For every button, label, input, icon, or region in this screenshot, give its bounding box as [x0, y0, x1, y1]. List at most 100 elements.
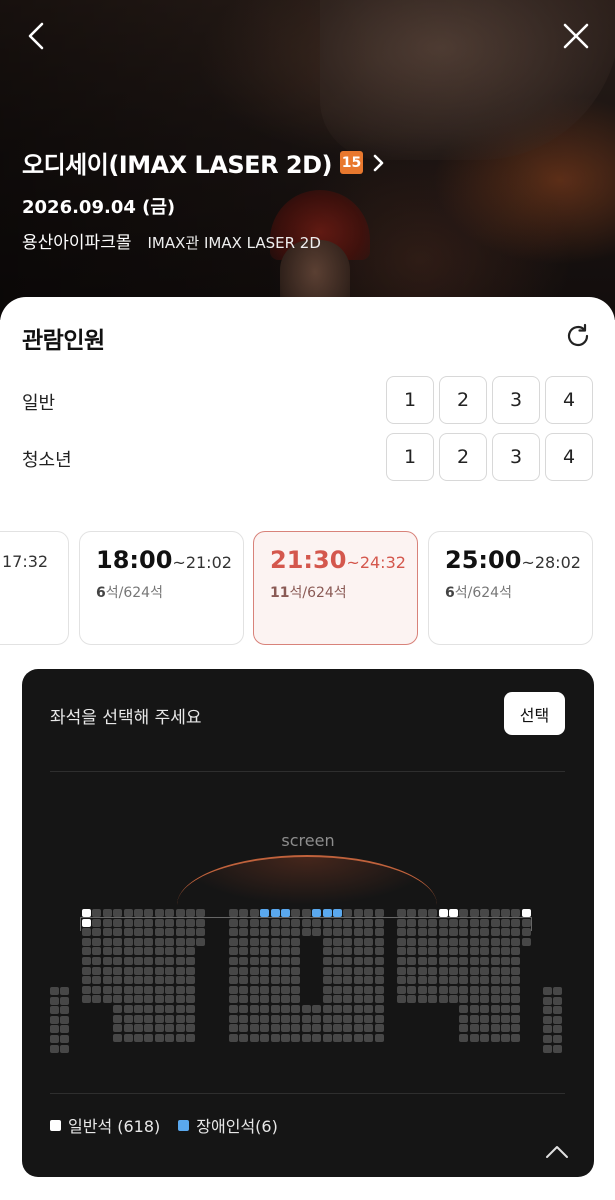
seat[interactable]	[364, 995, 374, 1004]
seat[interactable]	[134, 947, 143, 956]
seat[interactable]	[511, 966, 521, 975]
seat[interactable]	[154, 957, 164, 965]
seat[interactable]	[364, 1033, 374, 1042]
seat[interactable]	[301, 1005, 311, 1013]
seat[interactable]	[490, 957, 500, 965]
showtime-carousel[interactable]: 17:32 18:00 ~21:02 6석/624석 21:30 ~24:32 …	[0, 531, 615, 645]
seat[interactable]	[511, 918, 521, 927]
seat[interactable]	[364, 985, 374, 994]
seat[interactable]	[291, 966, 301, 975]
seat[interactable]	[186, 976, 195, 985]
seat[interactable]	[480, 976, 490, 985]
seat[interactable]	[428, 928, 438, 937]
seat[interactable]	[449, 985, 458, 994]
seat-map[interactable]	[22, 669, 594, 1177]
seat[interactable]	[364, 918, 374, 927]
seat[interactable]	[553, 1044, 563, 1053]
seat[interactable]	[102, 947, 112, 956]
seat[interactable]	[480, 1014, 490, 1023]
seat[interactable]	[123, 909, 133, 917]
seat[interactable]	[154, 928, 164, 937]
seat[interactable]	[270, 1024, 280, 1033]
seat[interactable]	[428, 976, 438, 985]
seat[interactable]	[270, 1033, 280, 1042]
seat[interactable]	[364, 1024, 374, 1033]
seat[interactable]	[123, 976, 133, 985]
seat[interactable]	[281, 985, 290, 994]
seat[interactable]	[291, 957, 301, 965]
seat[interactable]	[239, 995, 249, 1004]
seat[interactable]	[428, 957, 438, 965]
seat[interactable]	[186, 928, 195, 937]
seat[interactable]	[186, 937, 195, 946]
seat[interactable]	[469, 1033, 479, 1042]
seat[interactable]	[480, 1033, 490, 1042]
seat[interactable]	[333, 918, 342, 927]
seat[interactable]	[281, 966, 290, 975]
seat[interactable]	[543, 996, 552, 1005]
seat[interactable]	[490, 928, 500, 937]
seat[interactable]	[407, 957, 417, 965]
seat[interactable]	[260, 947, 270, 956]
seat[interactable]	[281, 918, 290, 927]
seat[interactable]	[249, 937, 259, 946]
seat[interactable]	[553, 987, 563, 995]
seat[interactable]	[480, 1024, 490, 1033]
seat[interactable]	[449, 976, 458, 985]
accessible-seat[interactable]	[281, 909, 290, 917]
seat[interactable]	[521, 918, 531, 927]
seat[interactable]	[480, 1005, 490, 1013]
seat[interactable]	[469, 976, 479, 985]
seat[interactable]	[175, 909, 185, 917]
seat[interactable]	[511, 985, 521, 994]
seat[interactable]	[260, 1005, 270, 1013]
seat[interactable]	[374, 1033, 384, 1042]
seat[interactable]	[50, 987, 59, 995]
seat[interactable]	[438, 937, 448, 946]
seat[interactable]	[281, 976, 290, 985]
seat[interactable]	[511, 1024, 521, 1033]
seat[interactable]	[165, 957, 175, 965]
seat[interactable]	[249, 957, 259, 965]
seat[interactable]	[407, 918, 417, 927]
seat[interactable]	[469, 966, 479, 975]
seat[interactable]	[511, 928, 521, 937]
showtime-card[interactable]: 18:00 ~21:02 6석/624석	[79, 531, 244, 645]
seat[interactable]	[407, 947, 417, 956]
seat[interactable]	[175, 995, 185, 1004]
seat[interactable]	[154, 985, 164, 994]
seat[interactable]	[480, 985, 490, 994]
seat[interactable]	[113, 985, 123, 994]
seat[interactable]	[374, 966, 384, 975]
seat[interactable]	[501, 976, 510, 985]
seat[interactable]	[165, 1014, 175, 1023]
seat[interactable]	[175, 1024, 185, 1033]
seat[interactable]	[239, 1024, 249, 1033]
seat[interactable]	[123, 985, 133, 994]
seat[interactable]	[511, 937, 521, 946]
seat[interactable]	[397, 995, 406, 1004]
seat[interactable]	[343, 928, 353, 937]
seat[interactable]	[374, 918, 384, 927]
seat[interactable]	[102, 995, 112, 1004]
seat[interactable]	[417, 966, 427, 975]
seat[interactable]	[249, 966, 259, 975]
seat[interactable]	[322, 1033, 332, 1042]
seat[interactable]	[249, 995, 259, 1004]
seat[interactable]	[123, 928, 133, 937]
seat[interactable]	[102, 909, 112, 917]
seat[interactable]	[480, 909, 490, 917]
seat[interactable]	[144, 985, 154, 994]
seat[interactable]	[480, 918, 490, 927]
seat[interactable]	[154, 1014, 164, 1023]
seat[interactable]	[113, 1033, 123, 1042]
seat[interactable]	[553, 996, 563, 1005]
seat[interactable]	[154, 995, 164, 1004]
seat[interactable]	[364, 1005, 374, 1013]
seat[interactable]	[92, 947, 102, 956]
seat[interactable]	[175, 1033, 185, 1042]
seat[interactable]	[428, 966, 438, 975]
seat[interactable]	[82, 966, 91, 975]
seat[interactable]	[50, 1006, 59, 1015]
seat[interactable]	[397, 976, 406, 985]
